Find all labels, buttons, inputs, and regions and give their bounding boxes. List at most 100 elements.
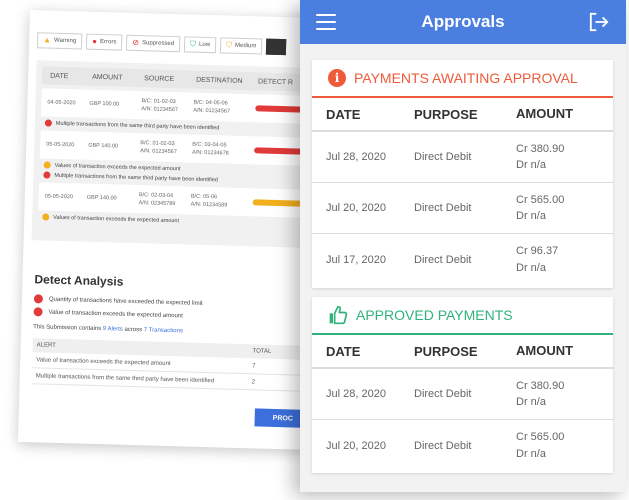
- amount-credit: Cr 96.37: [516, 245, 559, 257]
- approvals-mobile-app: Approvals i PAYMENTS AWAITING APPROVAL D…: [300, 0, 626, 492]
- alerts-table: ALERT TOTAL Value of transaction exceeds…: [31, 338, 301, 392]
- cell-date: 05-05-2020: [46, 141, 75, 149]
- cell-amount: Cr 380.90 Dr n/a: [502, 141, 613, 174]
- suppressed-icon: ⊘: [132, 37, 140, 48]
- payment-row[interactable]: Jul 28, 2020 Direct Debit Cr 380.90 Dr n/…: [312, 369, 613, 420]
- approved-payments-section: APPROVED PAYMENTS DATE PURPOSE AMOUNT Ju…: [312, 297, 613, 473]
- col-total: TOTAL: [252, 348, 272, 355]
- cell-source: B/C: 01-02-03 A/N: 01234567: [134, 139, 186, 157]
- risk-bar: [254, 147, 305, 155]
- legend-warning[interactable]: ▲ Warning: [36, 32, 83, 50]
- warning-icon: [43, 161, 51, 169]
- cell-amount: GBP 140.00: [86, 194, 117, 202]
- logout-icon[interactable]: [588, 12, 610, 32]
- cell-source: B/C: 01-02-03 A/N: 01234567: [135, 97, 187, 115]
- amount-credit: Cr 380.90: [516, 142, 565, 155]
- legend-errors[interactable]: ● Errors: [85, 33, 123, 51]
- thumbs-up-icon: [329, 305, 348, 325]
- shield-low-icon: ⛉: [189, 39, 197, 49]
- col-purpose: PURPOSE: [414, 343, 478, 359]
- col-amount: AMOUNT: [92, 73, 123, 82]
- col-amount: AMOUNT: [516, 343, 574, 359]
- source-an: A/N: 01234567: [141, 106, 179, 114]
- payment-row[interactable]: Jul 28, 2020 Direct Debit Cr 380.90 Dr n/…: [312, 132, 613, 183]
- cell-source: B/C: 02-03-04 A/N: 02345789: [133, 191, 185, 209]
- amount-debit: Dr n/a: [516, 210, 546, 222]
- table-row[interactable]: 04-05-2020 GBP 100.00 B/C: 01-02-03 A/N: …: [41, 88, 320, 125]
- note-text: Values of transaction exceeds the expect…: [54, 162, 181, 172]
- cell-date: Jul 20, 2020: [326, 439, 386, 452]
- source-an: A/N: 01234567: [140, 148, 177, 156]
- table-header: DATE AMOUNT SOURCE DESTINATION DETECT R: [41, 66, 320, 93]
- warning-icon: ▲: [43, 35, 52, 45]
- section-header: APPROVED PAYMENTS: [312, 297, 613, 335]
- legend-label: Low: [198, 41, 211, 49]
- analysis-item-text: Value of transaction exceeds the expecte…: [48, 309, 183, 319]
- legend-label: Suppressed: [141, 40, 175, 48]
- analysis-item-text: Quantity of transactions have exceeded t…: [48, 296, 203, 307]
- col-destination: DESTINATION: [196, 76, 243, 85]
- legend-label: Warning: [53, 37, 77, 45]
- legend-label: Errors: [99, 38, 117, 46]
- cell-date: 05-05-2020: [44, 193, 74, 201]
- summary-prefix: This Submission contains: [33, 324, 103, 333]
- payment-row[interactable]: Jul 20, 2020 Direct Debit Cr 565.00 Dr n/…: [312, 420, 613, 471]
- payment-row[interactable]: Jul 20, 2020 Direct Debit Cr 565.00 Dr n/…: [312, 183, 613, 234]
- transactions-link[interactable]: 7 Transactions: [144, 327, 183, 334]
- section-title: APPROVED PAYMENTS: [356, 307, 513, 323]
- table-row[interactable]: 05-05-2020 GBP 140.00 B/C: 01-02-03 A/N: …: [39, 130, 319, 167]
- amount-credit: Cr 380.90: [516, 379, 565, 392]
- cell-amount: Cr 96.37 Dr n/a: [502, 243, 613, 276]
- cell-destination: B/C: 05-06 A/N: 01234589: [185, 192, 247, 210]
- cell-date: Jul 28, 2020: [326, 151, 386, 163]
- legend-label: Medium: [234, 42, 257, 50]
- table-header: DATE PURPOSE AMOUNT: [312, 335, 613, 369]
- cell-date: 04-05-2020: [47, 99, 76, 107]
- cell-destination: B/C: 03-04-05 A/N: 01234678: [186, 140, 248, 158]
- dest-an: A/N: 01234567: [193, 107, 231, 115]
- app-header: Approvals: [300, 0, 626, 44]
- cell-amount: Cr 380.90 Dr n/a: [502, 378, 613, 411]
- page-title: Approvals: [421, 12, 505, 31]
- legend-low[interactable]: ⛉ Low: [183, 36, 217, 54]
- payment-row[interactable]: Jul 17, 2020 Direct Debit Cr 96.37 Dr n/a: [312, 234, 613, 285]
- cell-purpose: Direct Debit: [414, 253, 472, 266]
- legend-more[interactable]: [266, 38, 287, 56]
- analysis-title: Detect Analysis: [34, 272, 124, 289]
- amount-credit: Cr 565.00: [516, 193, 565, 206]
- table-row[interactable]: 05-05-2020 GBP 140.00 B/C: 02-03-04 A/N: …: [38, 182, 318, 219]
- legend-suppressed[interactable]: ⊘ Suppressed: [126, 34, 181, 53]
- amount-debit: Dr n/a: [516, 396, 546, 408]
- amount-debit: Dr n/a: [516, 447, 546, 460]
- cell-destination: B/C: 04-05-06 A/N: 01234567: [187, 98, 249, 116]
- cell-purpose: Direct Debit: [414, 388, 472, 400]
- analysis-summary: This Submission contains 9 Alerts across…: [33, 324, 315, 338]
- note-text: Values of transaction exceeds the expect…: [53, 214, 180, 224]
- dest-an: A/N: 01234589: [190, 201, 228, 209]
- section-header: i PAYMENTS AWAITING APPROVAL: [312, 60, 613, 98]
- menu-icon[interactable]: [316, 14, 336, 30]
- error-icon: [33, 307, 43, 317]
- detect-report-document: ▲ Warning ● Errors ⊘ Suppressed ⛉ Low ⛉ …: [17, 10, 320, 450]
- error-icon: [33, 294, 44, 304]
- col-source: SOURCE: [144, 74, 175, 83]
- info-icon: i: [328, 69, 346, 87]
- error-icon: [44, 119, 52, 127]
- awaiting-approval-section: i PAYMENTS AWAITING APPROVAL DATE PURPOS…: [312, 60, 613, 288]
- col-purpose: PURPOSE: [414, 106, 478, 122]
- error-icon: [43, 171, 51, 179]
- col-date: DATE: [326, 343, 361, 359]
- cell-alert: Value of transaction exceeds the expecte…: [36, 356, 171, 367]
- cell-total: 7: [252, 362, 256, 369]
- cell-amount: Cr 565.00 Dr n/a: [502, 192, 613, 225]
- risk-bar: [252, 199, 303, 207]
- alerts-link[interactable]: 9 Alerts: [103, 326, 123, 333]
- amount-credit: Cr 565.00: [516, 431, 565, 443]
- shield-medium-icon: ⛉: [225, 40, 233, 50]
- cell-purpose: Direct Debit: [414, 151, 472, 163]
- source-an: A/N: 02345789: [138, 200, 176, 208]
- error-icon: ●: [92, 36, 98, 46]
- dest-an: A/N: 01234678: [191, 149, 229, 157]
- cell-detect: [247, 199, 307, 207]
- legend-medium[interactable]: ⛉ Medium: [219, 37, 263, 55]
